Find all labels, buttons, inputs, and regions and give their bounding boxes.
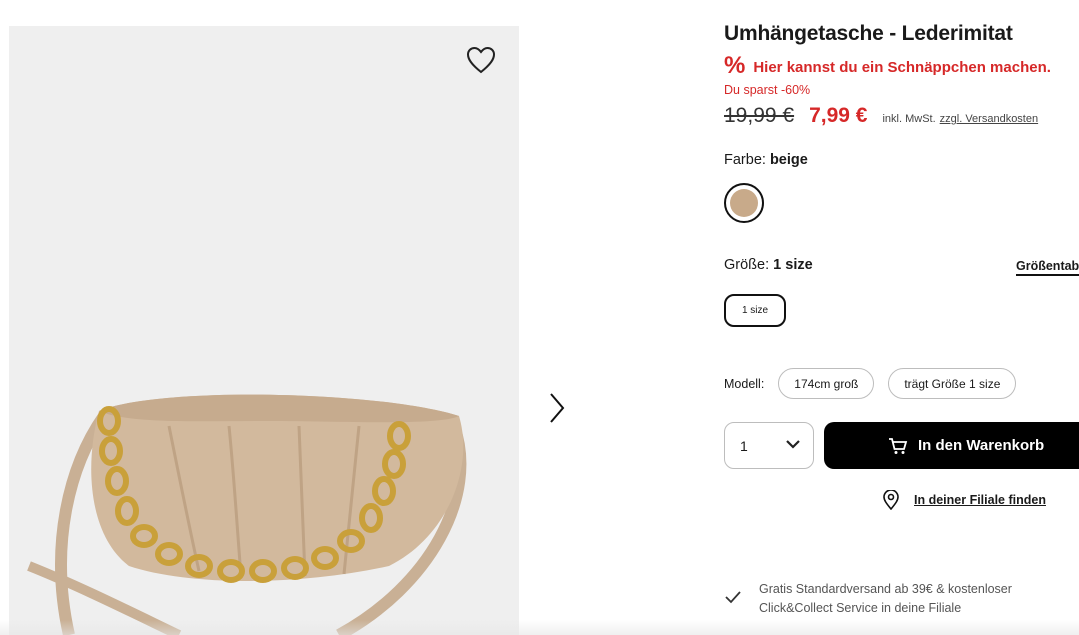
color-swatch-dot	[730, 189, 758, 217]
percent-icon: %	[724, 52, 746, 79]
size-value: 1 size	[773, 257, 813, 273]
size-label: Größe: 1 size	[724, 257, 813, 273]
model-size-chip: trägt Größe 1 size	[888, 368, 1017, 399]
price-row: 19,99 € 7,99 € inkl. MwSt. zzgl. Versand…	[724, 104, 1038, 128]
add-to-cart-button[interactable]: In den Warenkorb	[824, 422, 1079, 469]
check-icon	[725, 591, 741, 604]
savings-text: Du sparst -60%	[724, 83, 811, 97]
shipping-info-line2: Click&Collect Service in deine Filiale	[759, 601, 962, 615]
deal-banner: % Hier kannst du ein Schnäppchen machen.	[724, 52, 1051, 79]
store-finder-link[interactable]: In deiner Filiale finden	[882, 490, 1046, 510]
add-to-cart-label: In den Warenkorb	[918, 437, 1045, 454]
cart-icon	[888, 437, 908, 455]
tax-note: inkl. MwSt.	[882, 113, 936, 125]
location-pin-icon	[883, 490, 899, 510]
next-image-chevron-right-icon[interactable]	[543, 390, 571, 426]
deal-text: Hier kannst du ein Schnäppchen machen.	[753, 58, 1051, 76]
model-label: Modell:	[724, 376, 765, 391]
shipping-info-text: Gratis Standardversand ab 39€ & kostenlo…	[759, 580, 1059, 618]
color-swatch-beige[interactable]	[724, 183, 764, 223]
chevron-down-icon	[786, 440, 800, 449]
sale-price: 7,99 €	[809, 104, 868, 127]
quantity-value: 1	[740, 437, 748, 454]
size-option-button[interactable]: 1 size	[724, 294, 786, 327]
shipping-costs-link[interactable]: zzgl. Versandkosten	[940, 113, 1038, 125]
wishlist-heart-icon[interactable]	[465, 44, 497, 76]
color-value: beige	[769, 152, 808, 168]
model-info: Modell: 174cm groß trägt Größe 1 size	[724, 368, 1030, 399]
color-label-text: Farbe:	[724, 152, 766, 168]
model-height-chip: 174cm groß	[778, 368, 875, 399]
shipping-info: Gratis Standardversand ab 39€ & kostenlo…	[724, 580, 1059, 618]
size-table-link[interactable]: Größentab	[1016, 259, 1079, 276]
store-finder-label: In deiner Filiale finden	[914, 493, 1046, 507]
size-label-text: Größe:	[724, 257, 770, 273]
product-title: Umhängetasche - Lederimitat	[724, 22, 1013, 45]
product-image-gallery[interactable]	[9, 26, 519, 635]
quantity-select[interactable]: 1	[724, 422, 814, 469]
old-price: 19,99 €	[724, 104, 795, 127]
shipping-info-line1: Gratis Standardversand ab 39€ & kostenlo…	[759, 582, 1012, 596]
product-image	[27, 394, 467, 635]
color-label: Farbe: beige	[724, 152, 808, 168]
